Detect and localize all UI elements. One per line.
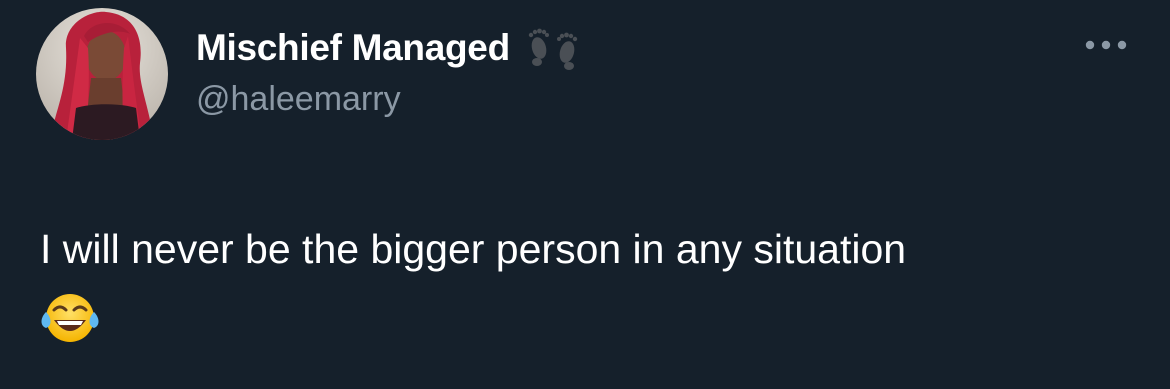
footprints-icon — [528, 28, 578, 70]
face-with-tears-of-joy-icon — [41, 294, 99, 342]
tweet-card[interactable]: Mischief Managed @haleemarry I will neve… — [0, 0, 1170, 389]
author-handle[interactable]: @haleemarry — [196, 80, 401, 119]
more-options-icon[interactable] — [1080, 30, 1132, 60]
author-display-name[interactable]: Mischief Managed — [196, 27, 510, 69]
tweet-text: I will never be the bigger person in any… — [40, 226, 907, 272]
author-name-row: Mischief Managed — [196, 24, 582, 72]
avatar[interactable] — [36, 8, 168, 140]
